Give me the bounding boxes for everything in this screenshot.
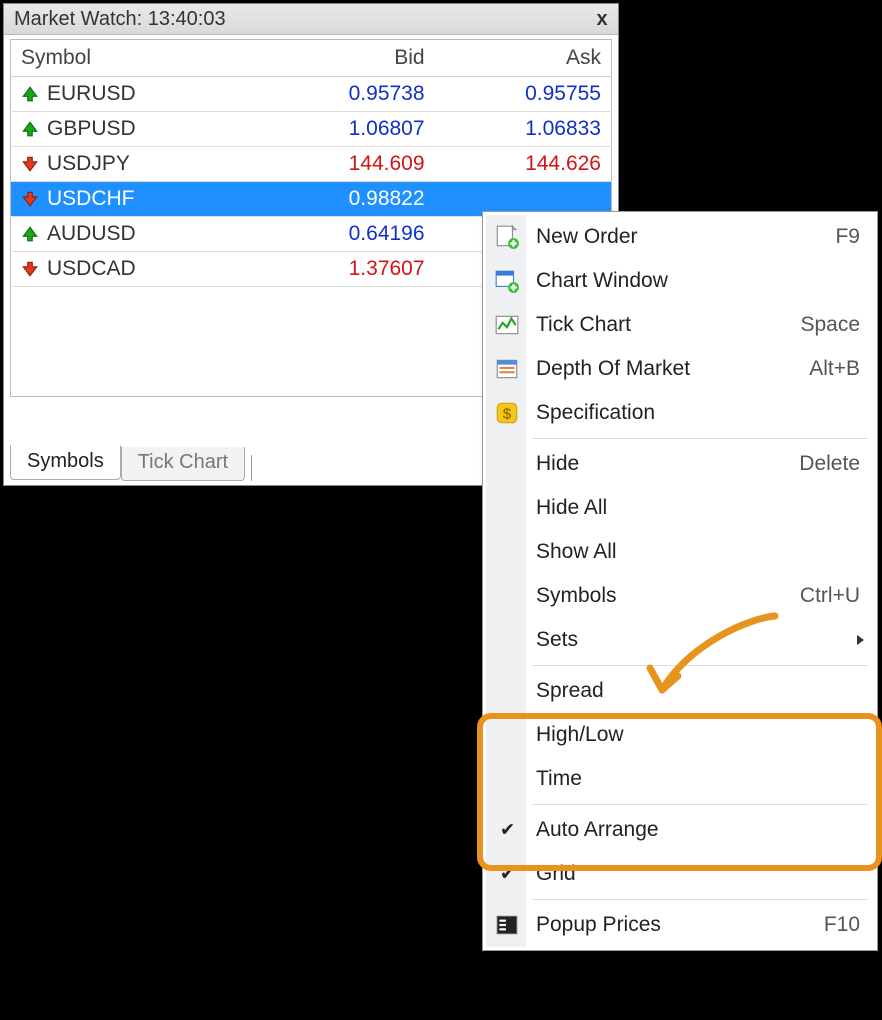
- menu-auto-arrange[interactable]: ✔ Auto Arrange: [486, 808, 874, 852]
- menu-depth-of-market[interactable]: Depth Of Market Alt+B: [486, 347, 874, 391]
- menu-sets[interactable]: Sets: [486, 618, 874, 662]
- symbol-cell: USDCHF: [11, 182, 259, 217]
- menu-label: Depth Of Market: [536, 357, 809, 381]
- menu-high-low[interactable]: High/Low: [486, 713, 874, 757]
- bid-cell: 0.95738: [259, 77, 435, 112]
- arrow-up-icon: [21, 85, 39, 103]
- menu-separator: [532, 438, 868, 439]
- menu-spread[interactable]: Spread: [486, 669, 874, 713]
- col-ask[interactable]: Ask: [435, 40, 612, 77]
- menu-label: Spread: [536, 679, 860, 703]
- menu-chart-window[interactable]: Chart Window: [486, 259, 874, 303]
- table-header-row: Symbol Bid Ask: [11, 40, 612, 77]
- menu-popup-prices[interactable]: Popup Prices F10: [486, 903, 874, 947]
- col-bid[interactable]: Bid: [259, 40, 435, 77]
- arrow-down-icon: [21, 260, 39, 278]
- symbol-cell: USDCAD: [11, 252, 259, 287]
- arrow-down-icon: [21, 190, 39, 208]
- table-row[interactable]: GBPUSD 1.068071.06833: [11, 112, 612, 147]
- chart-window-icon: [494, 268, 520, 294]
- menu-specification[interactable]: $ Specification: [486, 391, 874, 435]
- context-menu: New Order F9 Chart Window Tick Chart Spa…: [482, 211, 878, 951]
- tab-tick-chart[interactable]: Tick Chart: [121, 447, 245, 481]
- symbol-name: EURUSD: [47, 82, 136, 106]
- symbol-cell: AUDUSD: [11, 217, 259, 252]
- menu-accel: Space: [800, 313, 860, 337]
- close-button[interactable]: x: [592, 9, 612, 29]
- menu-label: Specification: [536, 401, 860, 425]
- menu-label: Auto Arrange: [536, 818, 860, 842]
- menu-separator: [532, 899, 868, 900]
- menu-time[interactable]: Time: [486, 757, 874, 801]
- menu-show-all[interactable]: Show All: [486, 530, 874, 574]
- table-row[interactable]: USDJPY 144.609144.626: [11, 147, 612, 182]
- bid-cell: 1.37607: [259, 252, 435, 287]
- popup-prices-icon: [494, 912, 520, 938]
- menu-label: New Order: [536, 225, 835, 249]
- menu-label: Hide: [536, 452, 799, 476]
- menu-label: Grid: [536, 862, 860, 886]
- menu-hide-all[interactable]: Hide All: [486, 486, 874, 530]
- menu-accel: F9: [835, 225, 860, 249]
- specification-icon: $: [494, 400, 520, 426]
- menu-label: Tick Chart: [536, 313, 800, 337]
- submenu-arrow-icon: [857, 635, 864, 645]
- menu-symbols[interactable]: Symbols Ctrl+U: [486, 574, 874, 618]
- symbol-name: USDJPY: [47, 152, 130, 176]
- menu-accel: Alt+B: [809, 357, 860, 381]
- menu-accel: F10: [824, 913, 860, 937]
- symbol-cell: GBPUSD: [11, 112, 259, 147]
- symbol-cell: USDJPY: [11, 147, 259, 182]
- bid-cell: 1.06807: [259, 112, 435, 147]
- ask-cell: 0.95755: [435, 77, 612, 112]
- new-order-icon: [494, 224, 520, 250]
- bid-cell: 144.609: [259, 147, 435, 182]
- bid-cell: 0.64196: [259, 217, 435, 252]
- menu-separator: [532, 804, 868, 805]
- menu-hide[interactable]: Hide Delete: [486, 442, 874, 486]
- menu-tick-chart[interactable]: Tick Chart Space: [486, 303, 874, 347]
- menu-label: Hide All: [536, 496, 860, 520]
- tab-separator: [251, 455, 252, 481]
- symbol-name: GBPUSD: [47, 117, 136, 141]
- checkmark-icon: ✔: [500, 864, 515, 885]
- depth-icon: [494, 356, 520, 382]
- ask-cell: 144.626: [435, 147, 612, 182]
- checkmark-icon: ✔: [500, 820, 515, 841]
- tick-chart-icon: [494, 312, 520, 338]
- symbol-name: AUDUSD: [47, 222, 136, 246]
- menu-label: Popup Prices: [536, 913, 824, 937]
- svg-text:$: $: [503, 405, 512, 422]
- menu-accel: Ctrl+U: [800, 584, 860, 608]
- table-row[interactable]: EURUSD 0.957380.95755: [11, 77, 612, 112]
- arrow-up-icon: [21, 225, 39, 243]
- market-watch-title: Market Watch: 13:40:03: [14, 8, 226, 31]
- menu-label: High/Low: [536, 723, 860, 747]
- menu-label: Sets: [536, 628, 860, 652]
- menu-grid[interactable]: ✔ Grid: [486, 852, 874, 896]
- symbol-cell: EURUSD: [11, 77, 259, 112]
- menu-label: Chart Window: [536, 269, 860, 293]
- ask-cell: 1.06833: [435, 112, 612, 147]
- tab-symbols[interactable]: Symbols: [10, 445, 121, 480]
- menu-new-order[interactable]: New Order F9: [486, 215, 874, 259]
- menu-accel: Delete: [799, 452, 860, 476]
- bid-cell: 0.98822: [259, 182, 435, 217]
- menu-separator: [532, 665, 868, 666]
- symbol-name: USDCAD: [47, 257, 136, 281]
- arrow-down-icon: [21, 155, 39, 173]
- menu-label: Time: [536, 767, 860, 791]
- menu-label: Symbols: [536, 584, 800, 608]
- market-watch-titlebar: Market Watch: 13:40:03 x: [4, 4, 618, 35]
- symbol-name: USDCHF: [47, 187, 135, 211]
- arrow-up-icon: [21, 120, 39, 138]
- menu-label: Show All: [536, 540, 860, 564]
- col-symbol[interactable]: Symbol: [11, 40, 259, 77]
